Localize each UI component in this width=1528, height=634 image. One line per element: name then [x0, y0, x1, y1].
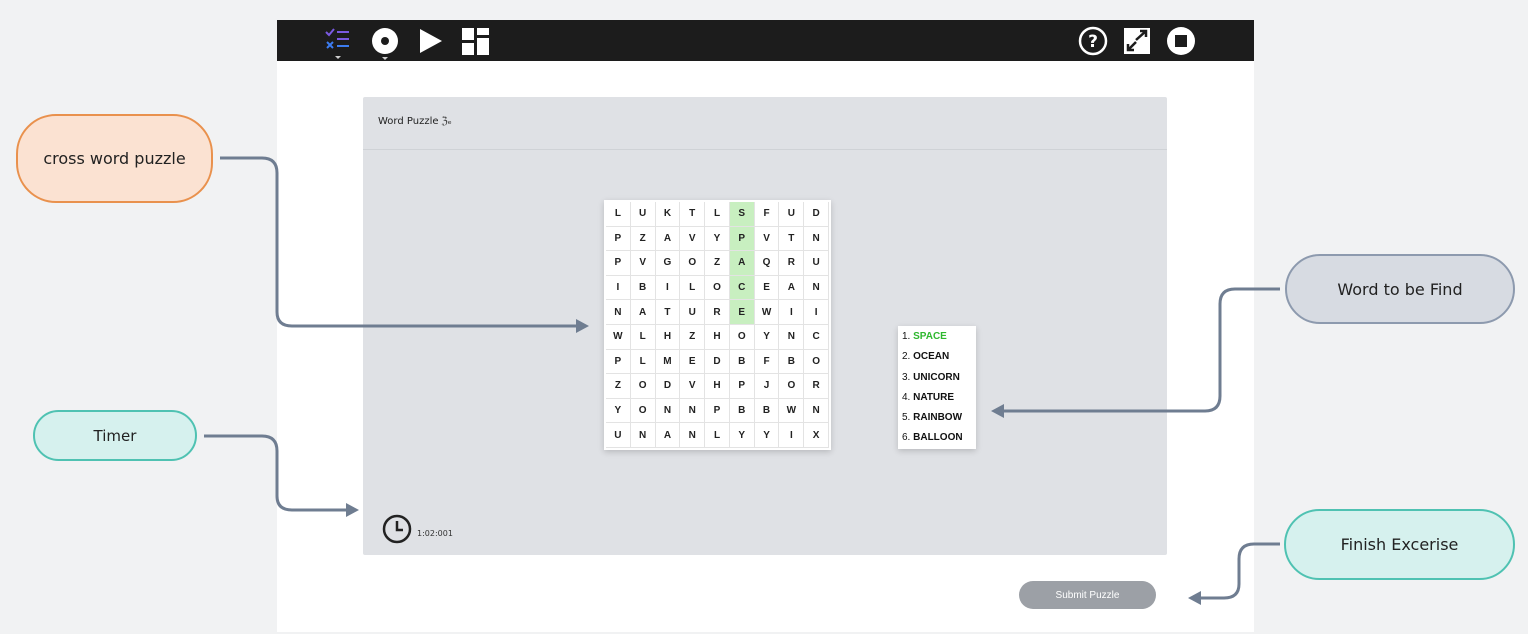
arrow-crossword: [220, 156, 577, 328]
arrow-finish: [1200, 542, 1280, 600]
arrow-word: [1003, 287, 1280, 413]
annotation-word-to-find: Word to be Find: [1285, 254, 1515, 324]
annotation-timer: Timer: [33, 410, 197, 461]
arrowhead-finish: [1188, 591, 1201, 605]
annotation-finish: Finish Excerise: [1284, 509, 1515, 580]
annotation-crossword: cross word puzzle: [16, 114, 213, 203]
arrowhead-crossword: [576, 319, 589, 333]
arrowhead-timer: [346, 503, 359, 517]
arrow-timer: [204, 434, 347, 512]
arrowhead-word: [991, 404, 1004, 418]
